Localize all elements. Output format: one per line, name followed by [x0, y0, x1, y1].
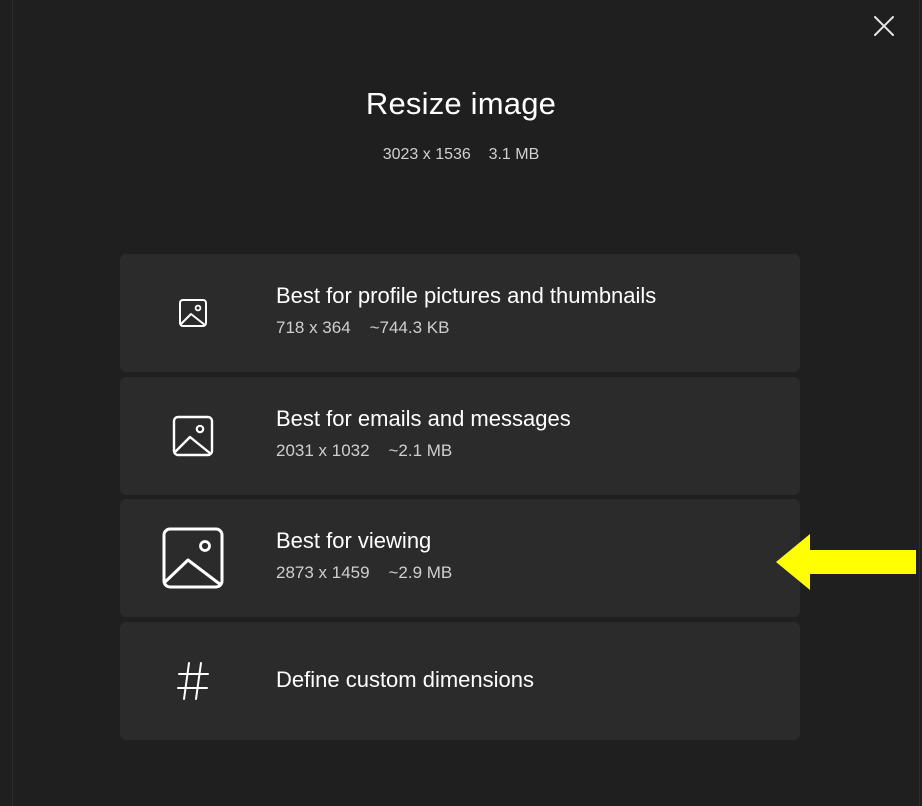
close-icon	[874, 16, 894, 36]
pointer-arrow-icon	[776, 534, 916, 590]
option-label: Best for viewing	[276, 528, 432, 553]
option-label: Best for emails and messages	[276, 406, 571, 431]
option-profile-thumbnails[interactable]: Best for profile pictures and thumbnails…	[120, 254, 800, 372]
option-dimensions: 718 x 364 ~744.3 KB	[276, 318, 450, 337]
option-dimensions: 2031 x 1032 ~2.1 MB	[276, 441, 453, 460]
resize-image-dialog: Resize image 3023 x 1536 3.1 MB Best for…	[0, 0, 922, 806]
option-label: Best for profile pictures and thumbnails	[276, 283, 657, 308]
option-custom-dimensions[interactable]: Define custom dimensions	[120, 622, 800, 740]
close-button[interactable]	[866, 8, 902, 44]
option-text: Best for emails and messages 2031 x 1032…	[276, 405, 571, 461]
image-large-icon	[120, 499, 266, 617]
dialog-title: Resize image	[365, 86, 557, 121]
option-label: Define custom dimensions	[276, 667, 535, 692]
option-dimensions: 2873 x 1459 ~2.9 MB	[276, 563, 453, 582]
option-text: Define custom dimensions	[276, 666, 534, 694]
image-medium-icon	[120, 377, 266, 495]
option-text: Best for viewing 2873 x 1459 ~2.9 MB	[276, 527, 452, 583]
image-size-info: 3023 x 1536 3.1 MB	[382, 146, 540, 163]
option-emails-messages[interactable]: Best for emails and messages 2031 x 1032…	[120, 377, 800, 495]
option-viewing[interactable]: Best for viewing 2873 x 1459 ~2.9 MB	[120, 499, 800, 617]
hash-icon	[120, 622, 266, 740]
option-text: Best for profile pictures and thumbnails…	[276, 282, 656, 338]
image-small-icon	[120, 254, 266, 372]
